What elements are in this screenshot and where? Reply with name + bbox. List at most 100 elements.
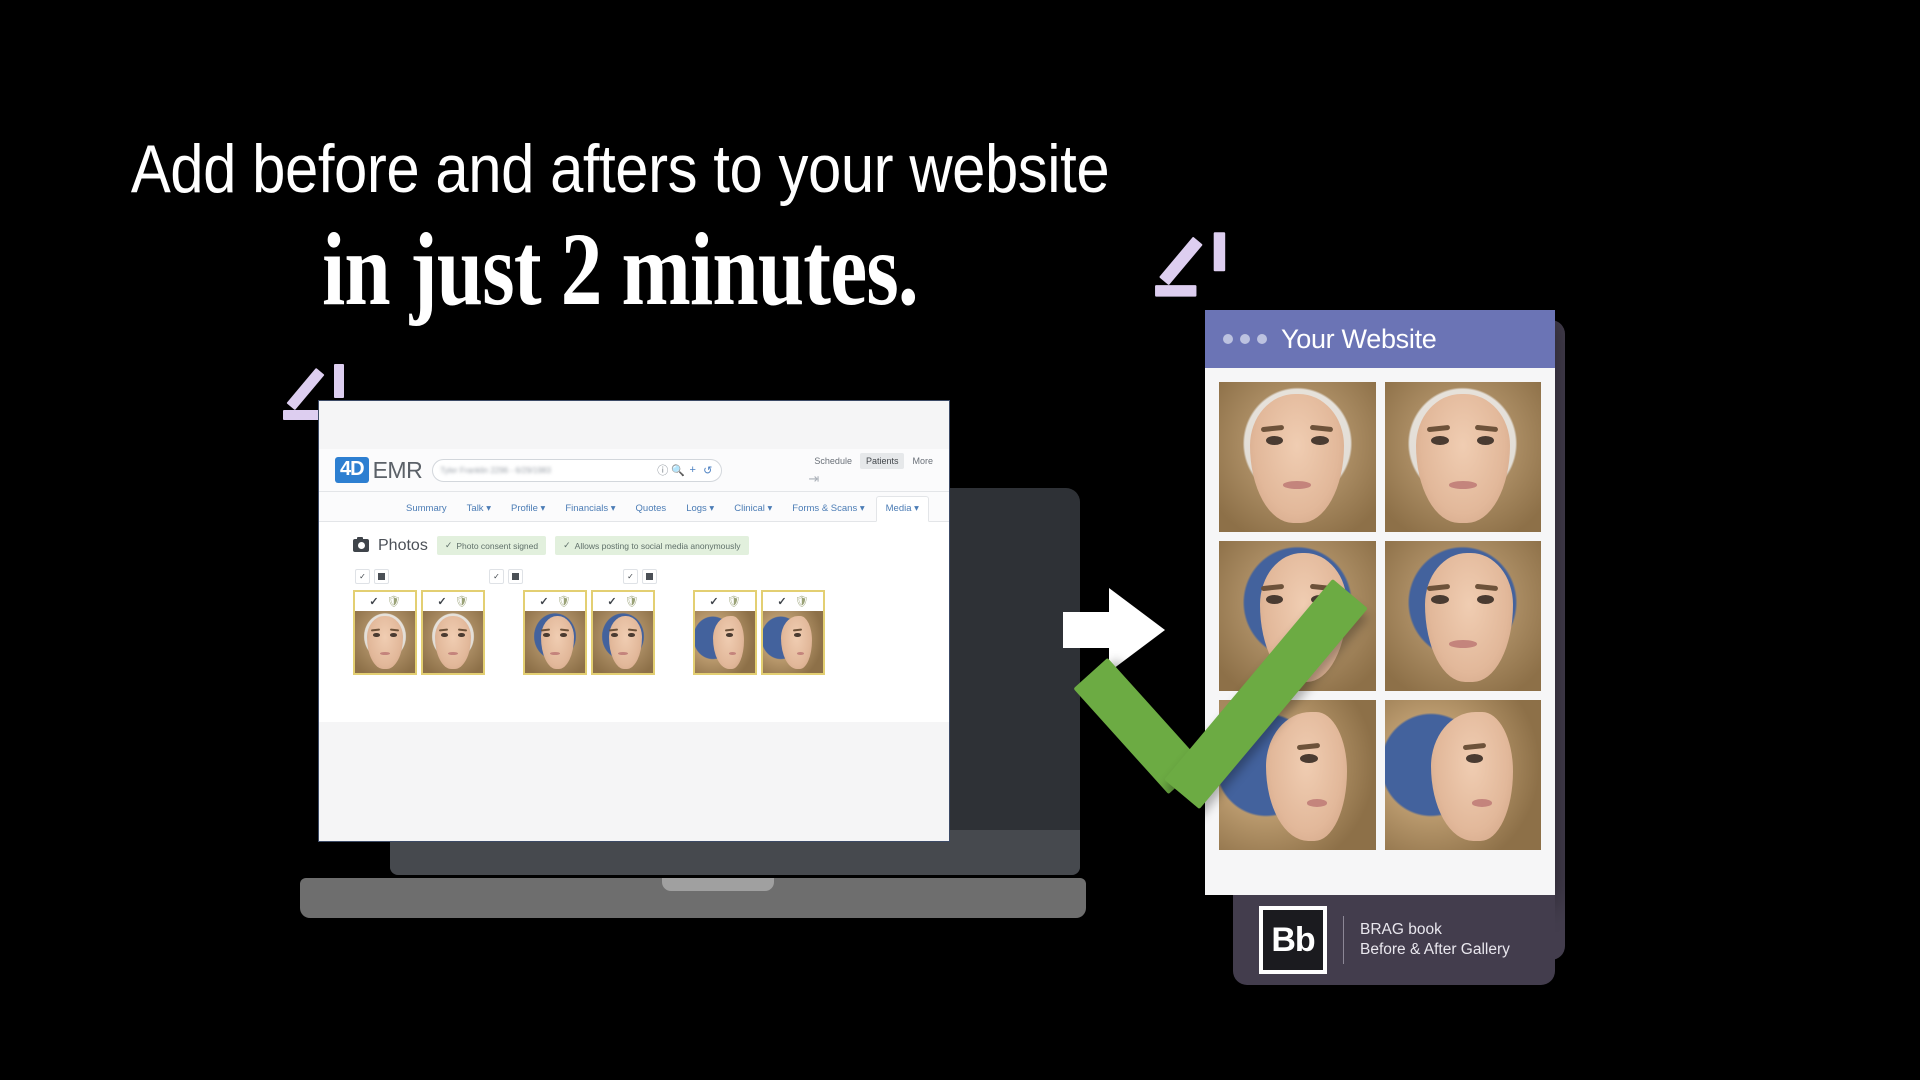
social-posting-badge-label: Allows posting to social media anonymous…	[574, 540, 741, 551]
emr-content-area: Photos ✓ Photo consent signed ✓ Allows p…	[319, 522, 949, 722]
photos-section-header: Photos ✓ Photo consent signed ✓ Allows p…	[353, 536, 949, 555]
brag-book-logo-text: Bb	[1271, 920, 1315, 959]
window-dots-icon	[1223, 334, 1267, 344]
headline-line-2: in just 2 minutes.	[322, 212, 919, 327]
patient-search-input[interactable]: Tyler Franklin 2296 - 6/29/1983	[440, 466, 654, 475]
shield-check-icon[interactable]: 🛡	[727, 595, 741, 608]
check-circle-icon: ✓	[563, 540, 571, 550]
checkbox-checked-icon[interactable]: ✓	[623, 569, 638, 584]
checkbox-checked-icon[interactable]: ✓	[489, 569, 504, 584]
chevron-down-icon: ▾	[764, 503, 773, 514]
emr-tab-label: Media	[885, 503, 912, 514]
emr-nav-patients[interactable]: Patients	[859, 453, 905, 469]
emr-tab-summary[interactable]: Summary	[397, 497, 456, 521]
emr-nav-more[interactable]: More	[906, 453, 939, 469]
thumbnail-status-bar: ✓ 🛡	[763, 592, 823, 611]
patient-photo-profile	[1384, 700, 1541, 850]
emr-tab-label: Profile	[510, 503, 538, 514]
brand-line-1: BRAG book	[1360, 921, 1442, 939]
filled-square-icon[interactable]	[642, 569, 657, 584]
emr-tab-logs[interactable]: Logs ▾	[677, 497, 723, 521]
thumbnail-image	[763, 611, 823, 673]
gallery-photo[interactable]	[1219, 382, 1376, 532]
photo-thumbnail[interactable]: ✓ 🛡	[421, 590, 485, 675]
brag-book-footer: Bb BRAG book Before & After Gallery	[1233, 895, 1555, 985]
chevron-down-icon: ▾	[483, 503, 491, 514]
shield-check-icon[interactable]: 🛡	[387, 595, 401, 608]
photo-thumbnail[interactable]: ✓ 🛡	[761, 590, 825, 675]
thumbnail-status-bar: ✓ 🛡	[355, 592, 415, 611]
check-icon[interactable]: ✓	[777, 595, 786, 608]
clear-circle-icon[interactable]: ⓘ	[656, 462, 669, 478]
camera-icon	[353, 537, 369, 552]
social-posting-badge: ✓ Allows posting to social media anonymo…	[555, 536, 749, 555]
emr-tab-financials[interactable]: Financials ▾	[556, 497, 624, 521]
check-circle-icon: ✓	[444, 540, 453, 550]
photo-thumbnail[interactable]: ✓ 🛡	[353, 590, 417, 675]
photo-toggle-group: ✓	[355, 569, 389, 584]
check-icon[interactable]: ✓	[437, 595, 446, 608]
sparkle-website-icon	[1155, 232, 1228, 304]
shield-check-icon[interactable]: 🛡	[455, 595, 469, 608]
search-icon[interactable]: 🔍	[671, 464, 685, 477]
emr-logo-mark: 4D	[335, 457, 369, 483]
thumbnail-image	[423, 611, 483, 673]
emr-tab-label: Summary	[406, 503, 447, 514]
photo-thumbnail[interactable]: ✓ 🛡	[693, 590, 757, 675]
laptop-screen: 4D EMR Tyler Franklin 2296 - 6/29/1983 ⓘ…	[318, 400, 950, 842]
photo-thumbnail[interactable]: ✓ 🛡	[591, 590, 655, 675]
history-icon[interactable]: ↺	[701, 464, 714, 477]
checkbox-checked-icon[interactable]: ✓	[355, 569, 370, 584]
consent-badge: ✓ Photo consent signed	[436, 536, 547, 555]
chevron-down-icon: ▾	[911, 503, 919, 514]
gallery-photo[interactable]	[1384, 700, 1541, 850]
emr-tab-clinical[interactable]: Clinical ▾	[725, 497, 781, 521]
thumbnail-image	[695, 611, 755, 673]
emr-nav-schedule[interactable]: Schedule	[808, 453, 858, 469]
patient-photo-oblique	[593, 611, 653, 673]
check-icon[interactable]: ✓	[607, 595, 616, 608]
emr-tab-talk[interactable]: Talk ▾	[458, 497, 500, 521]
headline: Add before and afters to your website in…	[0, 135, 1240, 324]
filled-square-icon[interactable]	[508, 569, 523, 584]
photo-toggle-group: ✓	[489, 569, 523, 584]
patient-photo-profile	[763, 611, 823, 673]
shield-check-icon[interactable]: 🛡	[625, 595, 639, 608]
photo-thumbnail-row: ✓ 🛡 ✓ 🛡 ✓ 🛡 ✓ 🛡 ✓ 🛡 ✓ 🛡	[353, 590, 949, 675]
photo-toggle-group: ✓	[623, 569, 657, 584]
brag-book-logo: Bb	[1259, 906, 1327, 974]
browser-title-bar: Your Website	[1205, 310, 1555, 368]
logout-icon[interactable]: ⇥	[808, 471, 819, 487]
check-icon[interactable]: ✓	[709, 595, 718, 608]
emr-tab-bar: Summary Talk ▾ Profile ▾ Financials ▾ Quotes…	[319, 492, 949, 522]
gallery-photo[interactable]	[1384, 541, 1541, 691]
chevron-down-icon: ▾	[706, 503, 715, 514]
filled-square-icon[interactable]	[374, 569, 389, 584]
shield-check-icon[interactable]: 🛡	[795, 595, 809, 608]
emr-tab-quotes[interactable]: Quotes	[627, 497, 676, 521]
patient-photo-profile	[695, 611, 755, 673]
emr-tab-forms-scans[interactable]: Forms & Scans ▾	[783, 497, 873, 521]
emr-tab-label: Quotes	[635, 503, 667, 514]
check-icon[interactable]: ✓	[539, 595, 548, 608]
shield-check-icon[interactable]: 🛡	[557, 595, 571, 608]
footer-divider	[1343, 916, 1344, 964]
laptop-base-notch	[662, 878, 774, 891]
thumbnail-image	[525, 611, 585, 673]
photo-toggle-row: ✓ ✓ ✓	[353, 569, 949, 584]
gallery-photo[interactable]	[1384, 382, 1541, 532]
promo-graphic: Add before and afters to your website in…	[0, 0, 1920, 1080]
emr-tab-media[interactable]: Media ▾	[875, 496, 929, 522]
patient-photo-front	[1219, 382, 1376, 532]
patient-search-box[interactable]: Tyler Franklin 2296 - 6/29/1983 ⓘ 🔍 + ↺	[432, 458, 723, 482]
emr-tab-profile[interactable]: Profile ▾	[502, 497, 554, 521]
photos-title: Photos	[378, 536, 428, 554]
patient-photo-oblique	[525, 611, 585, 673]
emr-tab-label: Financials	[565, 503, 609, 514]
photo-thumbnail[interactable]: ✓ 🛡	[523, 590, 587, 675]
patient-photo-front	[1384, 382, 1541, 532]
check-icon[interactable]: ✓	[369, 595, 378, 608]
brag-book-brand-text: BRAG book Before & After Gallery	[1360, 920, 1510, 960]
emr-nav-row: Schedule Patients More	[808, 453, 939, 469]
plus-icon[interactable]: +	[686, 464, 699, 476]
